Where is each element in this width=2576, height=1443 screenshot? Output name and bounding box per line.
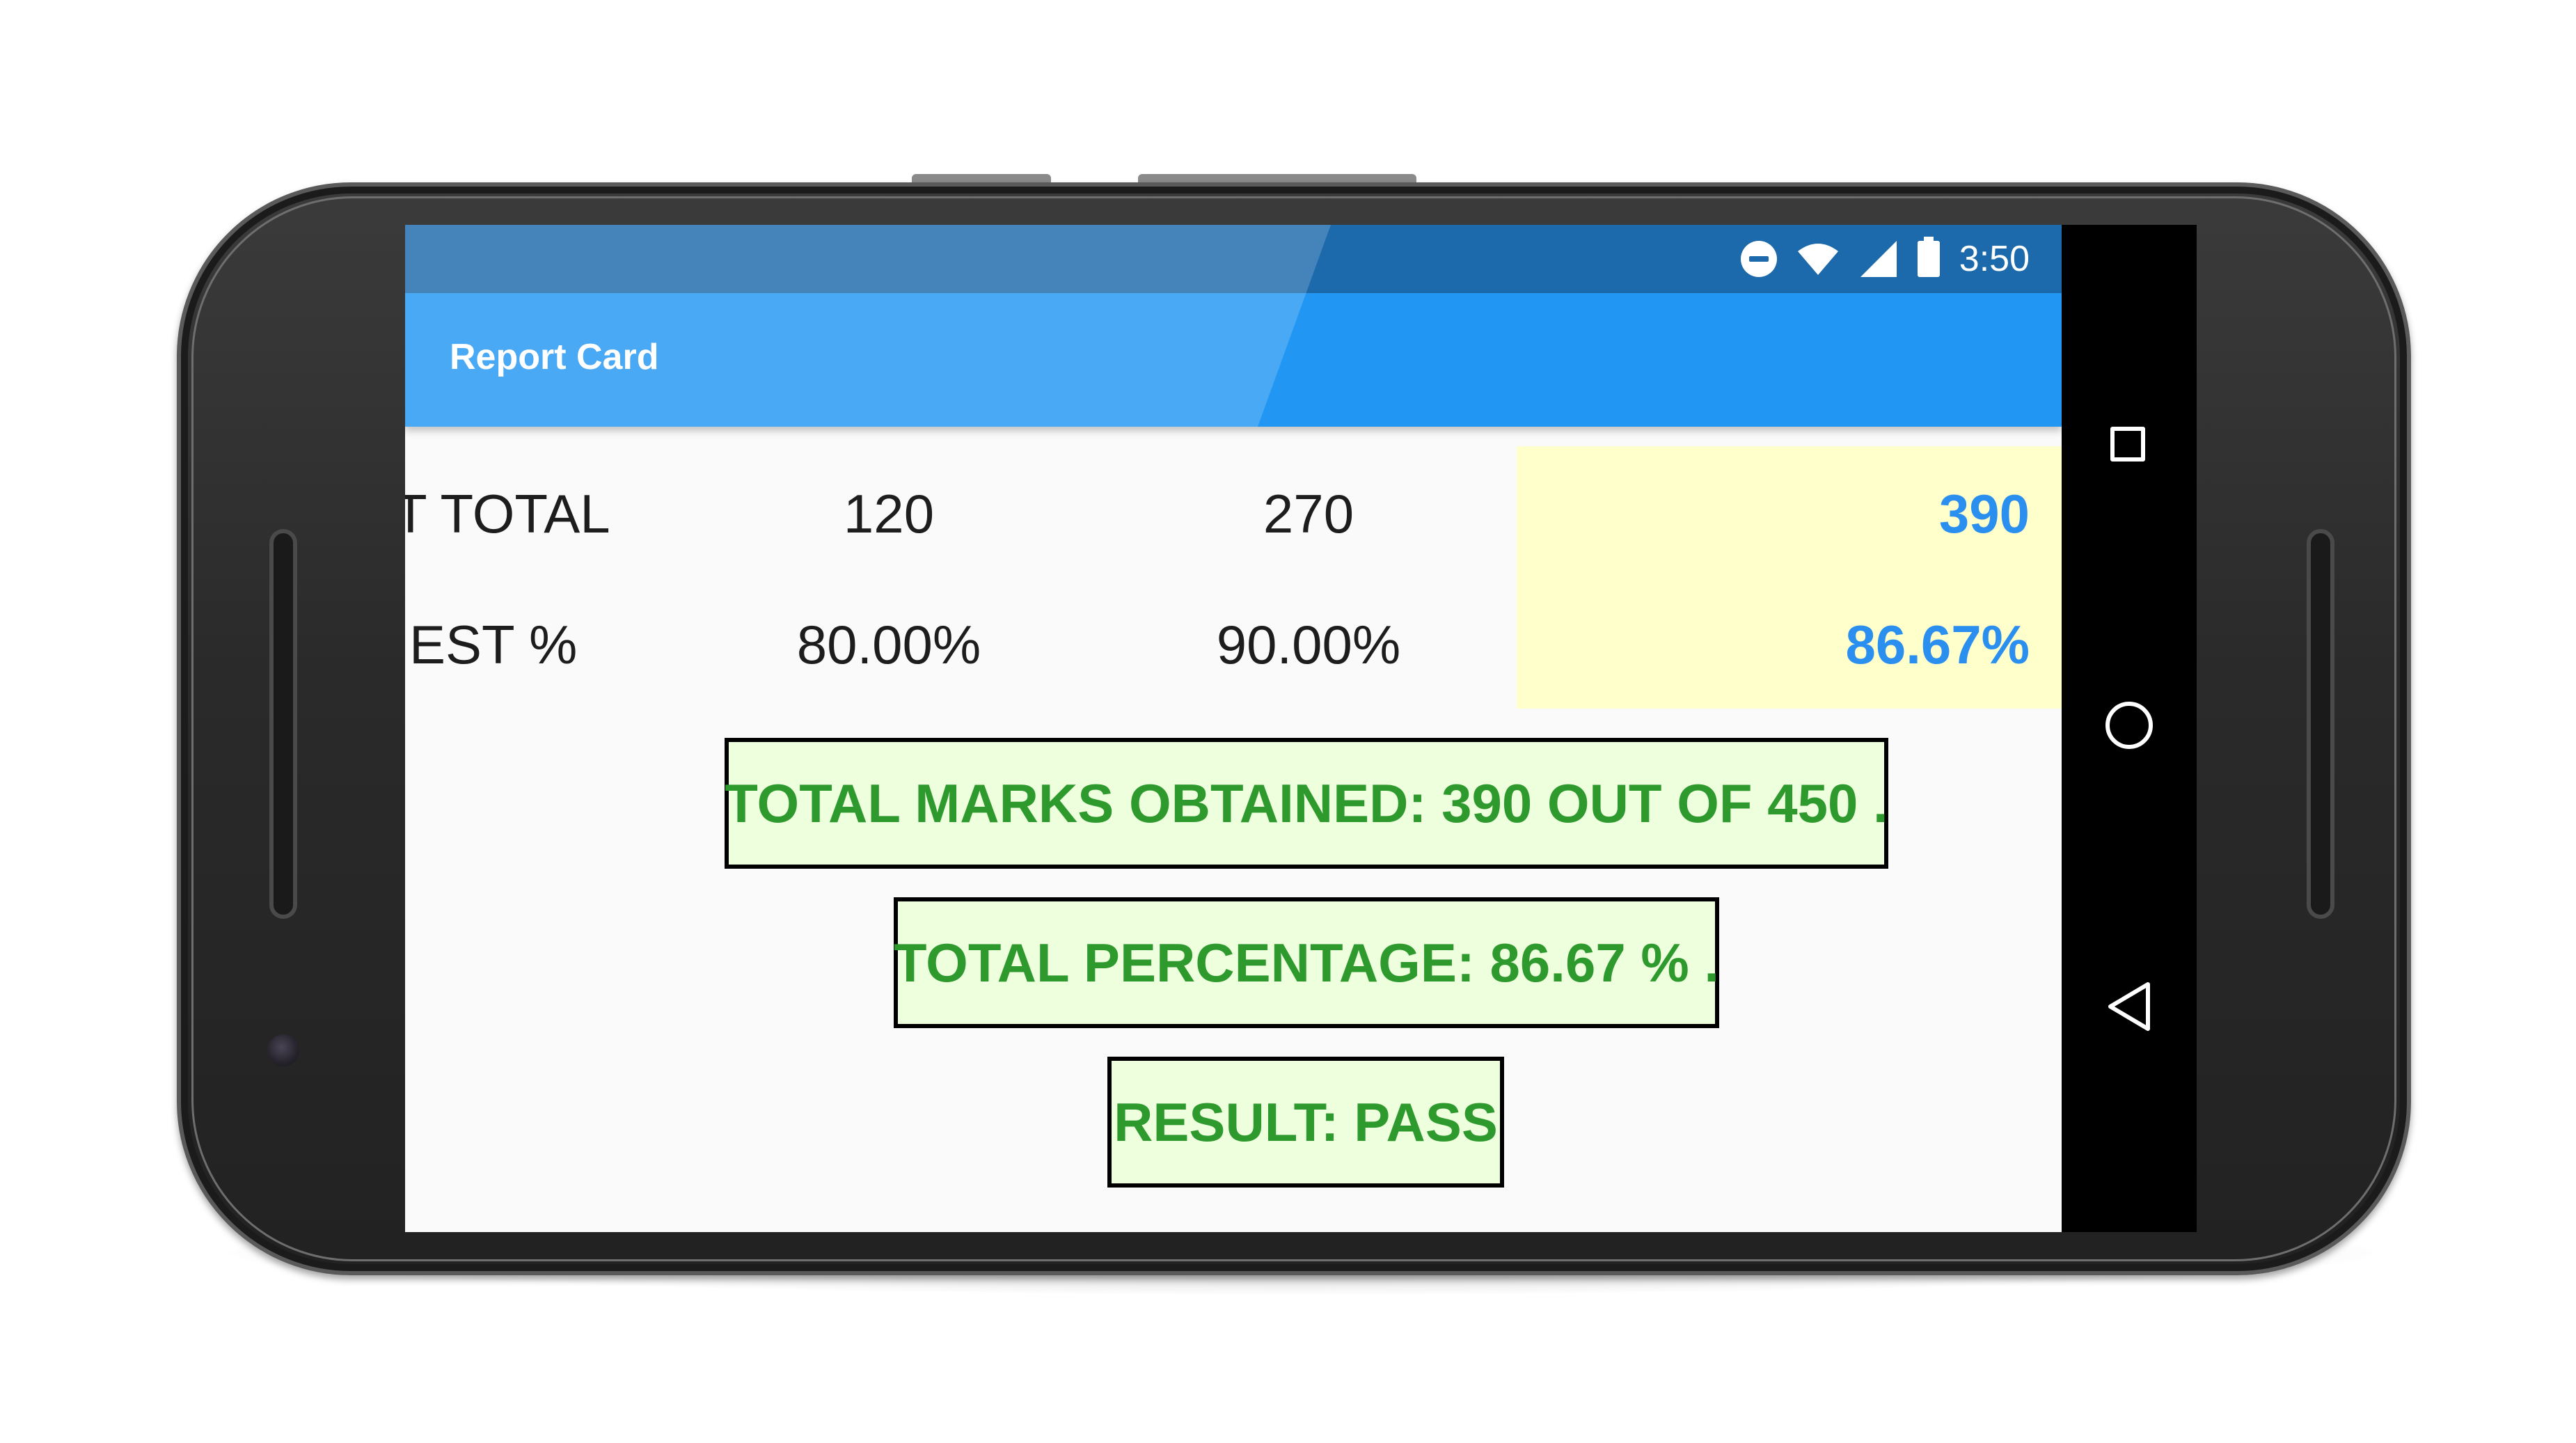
row-label-total: T TOTAL (405, 483, 610, 544)
row-label-percent: EST % (409, 614, 578, 675)
row-percent-grand-total: 86.67% (1845, 614, 2030, 675)
right-speaker-grille (2307, 529, 2334, 919)
left-speaker-grille (269, 529, 297, 919)
back-triangle-icon[interactable] (2105, 980, 2154, 1033)
row-percent-col1: 80.00% (796, 614, 981, 675)
result-box: RESULT: PASS (1107, 1057, 1504, 1188)
home-circle-icon[interactable] (2105, 702, 2153, 749)
row-percent-col2: 90.00% (1216, 614, 1401, 675)
row-total-grand-total: 390 (1938, 483, 2030, 544)
status-icons: 3:50 (1740, 225, 2030, 293)
app-screen: 3:50 Report Card T TOTAL 120 270 390 EST… (405, 225, 2062, 1232)
app-title: Report Card (450, 337, 659, 377)
wifi-icon (1796, 242, 1840, 276)
cell-signal-icon (1859, 239, 1898, 278)
row-total-col1: 120 (843, 483, 935, 544)
total-percentage-box: TOTAL PERCENTAGE: 86.67 % . (894, 897, 1719, 1028)
battery-icon (1917, 237, 1940, 277)
recents-square-icon[interactable] (2110, 427, 2145, 462)
front-camera (267, 1034, 299, 1066)
status-bar: 3:50 (405, 225, 2062, 293)
total-marks-box: TOTAL MARKS OBTAINED: 390 OUT OF 450 . (725, 738, 1888, 869)
status-time: 3:50 (1959, 239, 2030, 279)
navigation-bar (2062, 225, 2197, 1232)
app-bar: Report Card (405, 293, 2062, 427)
row-total-col2: 270 (1263, 483, 1354, 544)
do-not-disturb-icon (1740, 241, 1777, 277)
